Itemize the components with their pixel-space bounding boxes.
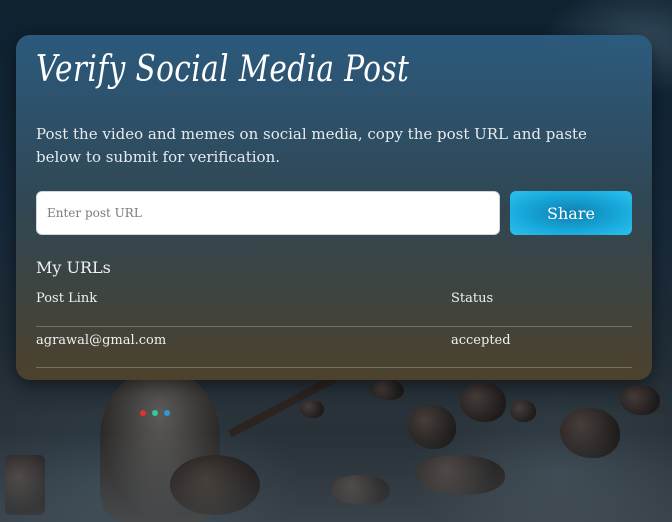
- verify-card: Verify Social Media Post Post the video …: [16, 35, 652, 380]
- post-url-input[interactable]: [36, 191, 500, 235]
- asteroid: [370, 380, 404, 400]
- urls-table: Post Link Status agrawal@gmal.com accept…: [36, 285, 632, 368]
- column-header-status: Status: [451, 291, 494, 306]
- ground-glow: [0, 432, 672, 522]
- asteroid: [460, 382, 506, 422]
- status-cell: accepted: [451, 333, 511, 348]
- column-header-post-link: Post Link: [36, 291, 98, 306]
- post-link-cell: agrawal@gmal.com: [36, 333, 167, 348]
- table-header-row: Post Link Status: [36, 285, 632, 327]
- asteroid: [620, 385, 660, 415]
- share-button[interactable]: Share: [510, 191, 632, 235]
- page-description: Post the video and memes on social media…: [36, 125, 587, 166]
- asteroid: [510, 400, 536, 422]
- page-title: Verify Social Media Post: [36, 49, 410, 90]
- my-urls-heading: My URLs: [36, 258, 111, 277]
- asteroid: [300, 400, 324, 418]
- table-row: agrawal@gmal.com accepted: [36, 327, 632, 368]
